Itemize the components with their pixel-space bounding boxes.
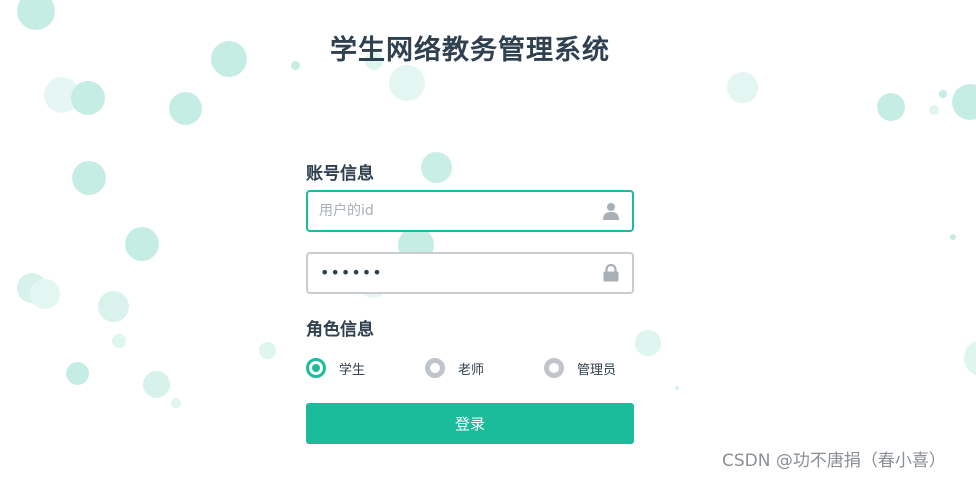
decor-bubble — [675, 386, 679, 390]
decor-bubble — [17, 0, 55, 30]
radio-checked-icon[interactable] — [306, 358, 326, 378]
decor-bubble — [950, 234, 956, 240]
decor-bubble — [125, 227, 159, 261]
decor-bubble — [964, 340, 976, 376]
role-section-label: 角色信息 — [306, 320, 374, 340]
login-button[interactable]: 登录 — [306, 403, 634, 444]
decor-bubble — [727, 72, 758, 103]
radio-unchecked-icon[interactable] — [544, 358, 564, 378]
role-label-admin: 管理员 — [577, 362, 617, 378]
role-radio-group: 学生 老师 管理员 — [306, 355, 634, 381]
decor-bubble — [952, 84, 976, 120]
role-label-teacher: 老师 — [458, 362, 485, 378]
login-form: 账号信息 •••••• 角色信息 学生 老师 — [306, 162, 634, 444]
password-field[interactable]: •••••• — [306, 252, 634, 294]
lock-icon — [602, 263, 620, 282]
decor-bubble — [143, 371, 170, 398]
decor-bubble — [635, 330, 661, 356]
role-option-student[interactable]: 学生 — [306, 355, 365, 381]
username-field[interactable] — [306, 190, 634, 232]
decor-bubble — [259, 342, 276, 359]
password-input[interactable]: •••••• — [320, 254, 383, 292]
decor-bubble — [877, 93, 905, 121]
decor-bubble — [30, 279, 60, 309]
user-icon — [602, 202, 620, 220]
watermark-text: CSDN @功不唐捐（春小喜） — [722, 451, 946, 471]
decor-bubble — [71, 81, 105, 115]
role-option-teacher[interactable]: 老师 — [425, 355, 484, 381]
decor-bubble — [929, 105, 939, 115]
decor-bubble — [112, 334, 126, 348]
decor-bubble — [98, 291, 129, 322]
decor-bubble — [171, 398, 181, 408]
account-section-label: 账号信息 — [306, 164, 374, 184]
decor-bubble — [17, 273, 47, 303]
role-option-admin[interactable]: 管理员 — [544, 355, 616, 381]
role-label-student: 学生 — [339, 362, 366, 378]
username-input[interactable] — [319, 192, 589, 230]
decor-bubble — [44, 77, 80, 113]
decor-bubble — [939, 90, 947, 98]
decor-bubble — [169, 92, 202, 125]
radio-unchecked-icon[interactable] — [425, 358, 445, 378]
page-title: 学生网络教务管理系统 — [330, 35, 610, 66]
decor-bubble — [72, 161, 106, 195]
decor-bubble — [66, 362, 89, 385]
decor-bubble — [389, 65, 425, 101]
